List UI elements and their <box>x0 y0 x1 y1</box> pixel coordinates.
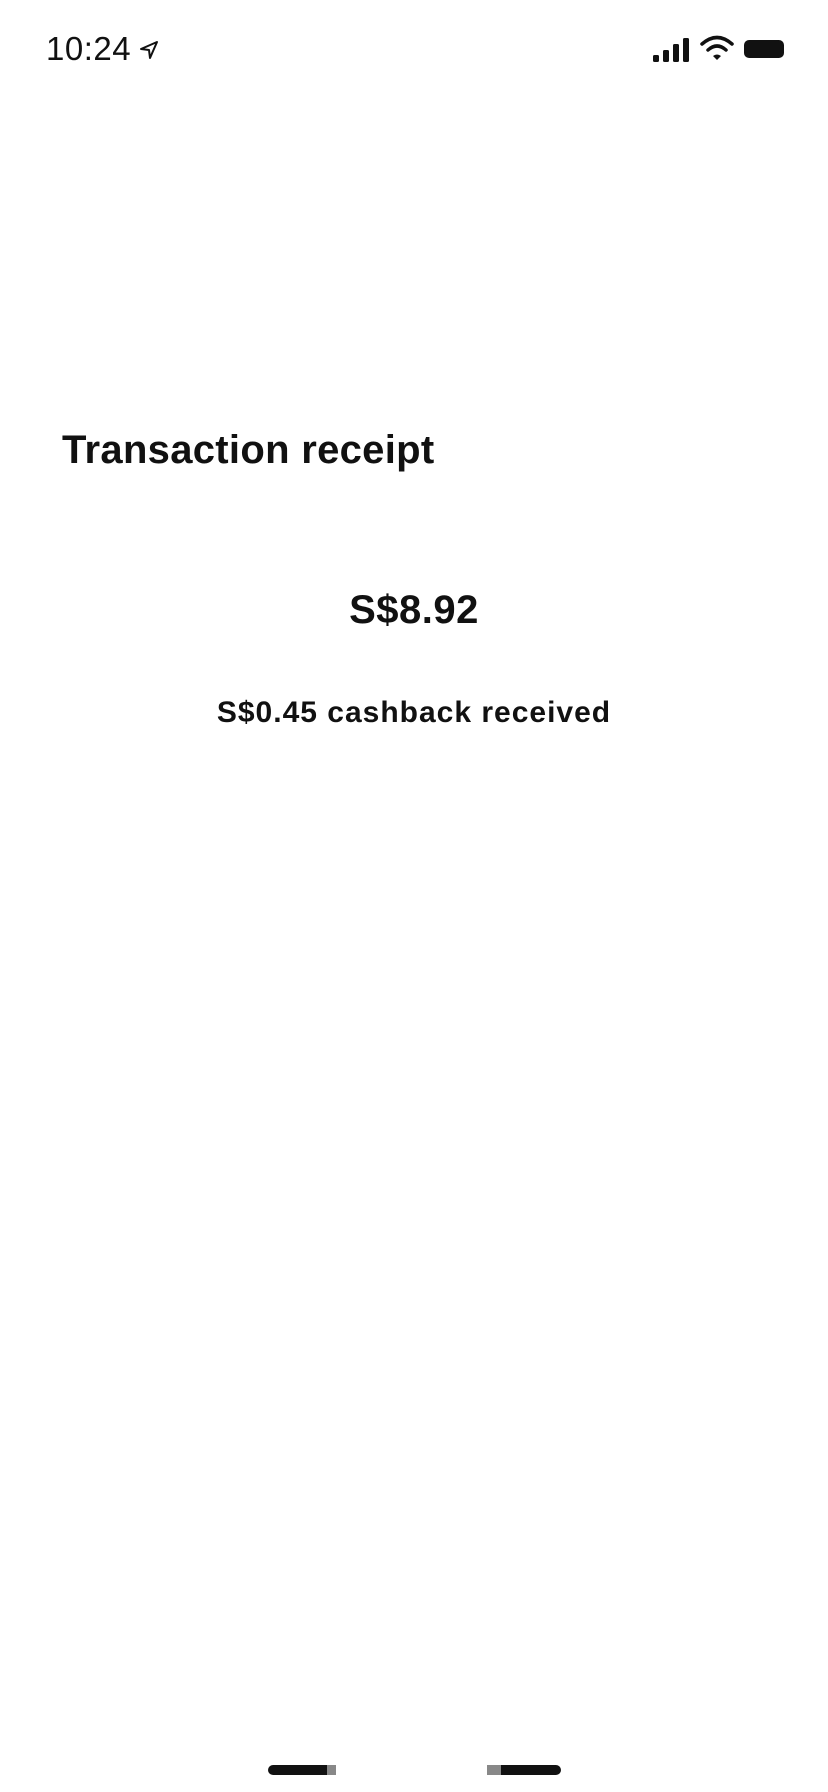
cashback-text: S$0.45 cashback received <box>216 696 612 729</box>
battery-icon <box>744 40 784 58</box>
transaction-amount: S$8.92 <box>349 588 479 632</box>
status-time: 10:24 <box>46 30 132 67</box>
page-indicator-right <box>487 1765 561 1775</box>
cellular-signal-icon <box>653 38 689 62</box>
wifi-icon <box>700 35 734 60</box>
page-indicator-left <box>268 1765 336 1775</box>
page-title: Transaction receipt <box>62 428 435 472</box>
location-arrow-icon <box>140 41 158 59</box>
status-bar: 10:24 <box>0 0 828 100</box>
